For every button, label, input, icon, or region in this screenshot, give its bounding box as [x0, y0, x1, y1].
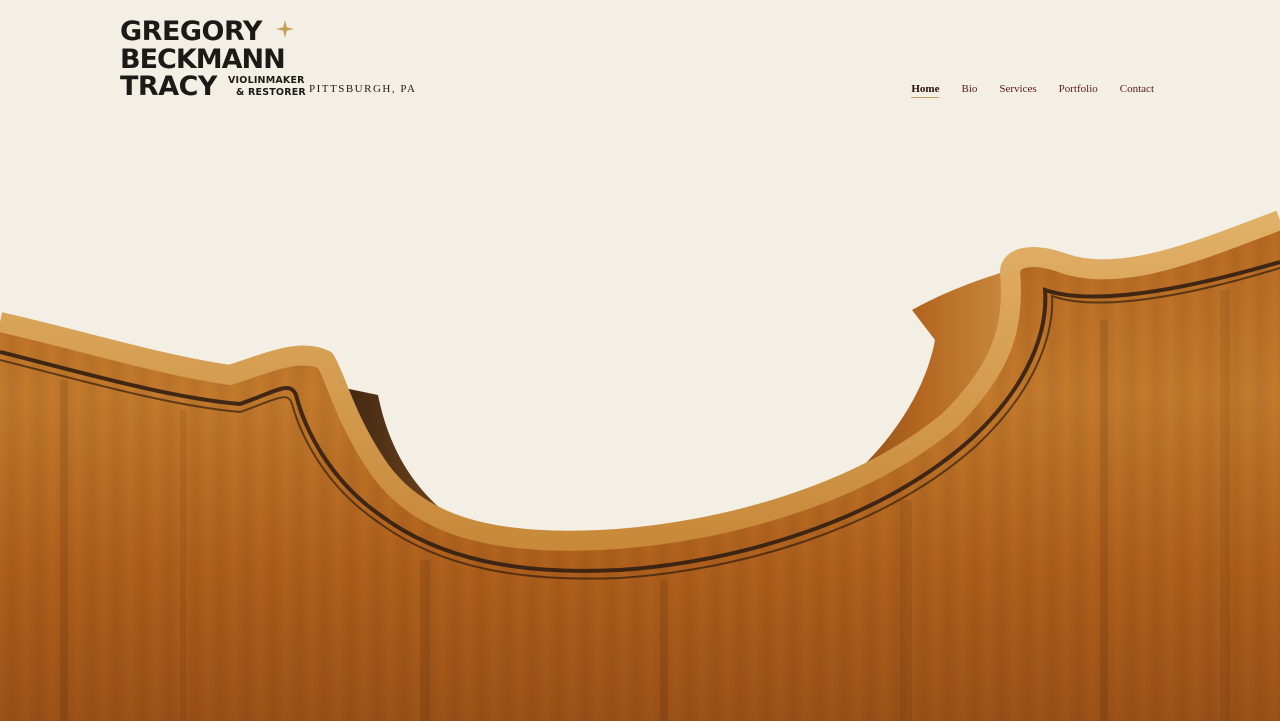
logo-name-line-2: BECKMANN: [120, 44, 286, 75]
site-logo[interactable]: GREGORY BECKMANN TRACY VIOLINMAKER & RES…: [120, 16, 310, 104]
nav-services[interactable]: Services: [999, 83, 1036, 98]
nav-portfolio[interactable]: Portfolio: [1059, 83, 1098, 98]
logo-name-line-1: GREGORY: [120, 16, 262, 47]
logo-tagline-2: & RESTORER: [236, 87, 306, 98]
logo-name-line-3: TRACY: [120, 71, 217, 102]
site-header: GREGORY BECKMANN TRACY VIOLINMAKER & RES…: [0, 0, 1280, 130]
location-label: PITTSBURGH, PA: [309, 83, 417, 95]
nav-contact[interactable]: Contact: [1120, 83, 1154, 98]
nav-home[interactable]: Home: [911, 83, 940, 98]
main-nav: Home Bio Services Portfolio Contact: [911, 83, 1154, 98]
nav-bio[interactable]: Bio: [961, 83, 977, 98]
sparkle-star-icon: [276, 20, 294, 38]
logo-tagline-1: VIOLINMAKER: [228, 75, 305, 86]
